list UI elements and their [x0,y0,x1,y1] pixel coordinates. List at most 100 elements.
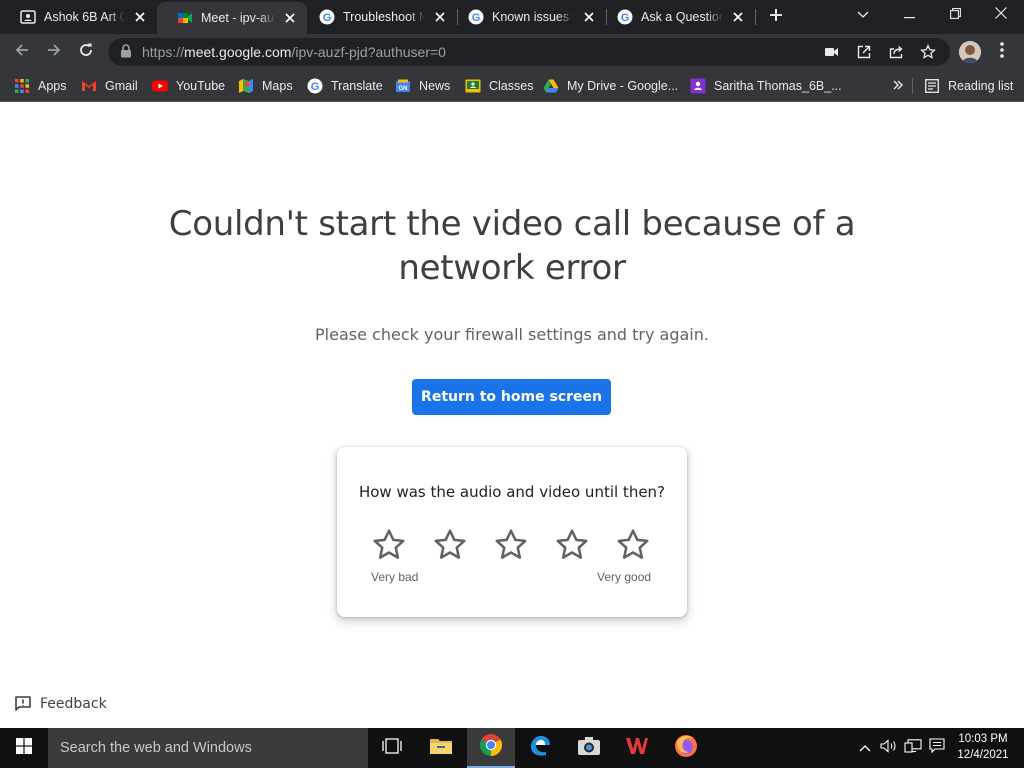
clock-time: 10:03 PM [958,733,1008,745]
close-icon[interactable] [729,8,747,26]
taskbar-edge[interactable] [516,728,564,768]
start-button[interactable] [0,728,48,768]
taskbar-wps-office[interactable] [613,728,661,768]
svg-text:G: G [323,12,332,24]
tab-classroom[interactable]: Ashok 6B Art 04 [0,0,157,34]
browser-menu-button[interactable] [994,41,1010,62]
close-icon[interactable] [131,8,149,26]
bookmark-label: Apps [38,79,67,93]
bookmark-maps[interactable]: Maps [238,76,293,96]
bookmark-label: Translate [331,79,383,93]
bookmark-youtube[interactable]: YouTube [152,76,225,96]
back-button[interactable] [8,38,36,66]
tab-title: Known issues w [492,10,574,24]
minimize-button[interactable] [886,0,932,30]
arrow-left-icon [14,42,30,63]
chrome-icon [479,733,503,762]
tab-title: Meet - ipv-auzf [201,11,275,25]
tab-search-button[interactable] [840,0,886,30]
tab-troubleshoot[interactable]: G Troubleshoot M [307,0,457,34]
star-rating-5[interactable] [614,526,652,564]
google-icon: G [319,9,335,25]
star-outline-icon [434,529,466,559]
reading-list-label: Reading list [948,79,1014,93]
rating-question: How was the audio and video until then? [358,483,666,501]
network-button[interactable] [902,738,924,758]
tab-title: Ashok 6B Art 04 [44,10,125,24]
google-icon: G [617,9,633,25]
lock-icon[interactable] [120,44,132,63]
url-text: https://meet.google.com/ipv-auzf-pjd?aut… [142,44,446,60]
action-center-button[interactable] [926,737,948,758]
task-view-button[interactable] [368,728,416,768]
taskbar-clock[interactable]: 10:03 PM 12/4/2021 [948,731,1018,763]
svg-text:GN: GN [399,86,408,92]
youtube-icon [152,78,168,94]
bookmark-label: Gmail [105,79,138,93]
reload-icon [78,42,94,63]
restore-button[interactable] [932,0,978,30]
bookmark-apps[interactable]: Apps [14,76,67,96]
taskbar-chrome[interactable] [467,728,515,768]
classroom-icon [465,78,481,94]
tab-known-issues[interactable]: G Known issues w [458,0,606,34]
google-icon: G [468,9,484,25]
address-bar[interactable]: https://meet.google.com/ipv-auzf-pjd?aut… [108,38,950,66]
bookmark-translate[interactable]: G Translate [307,76,383,96]
taskbar-camera[interactable] [565,728,613,768]
open-in-window-icon[interactable] [854,42,874,62]
camera-blocked-icon[interactable] [822,42,842,62]
tab-ask-question[interactable]: G Ask a Question [607,0,755,34]
bookmark-news[interactable]: GN News [395,76,450,96]
bookmark-drive[interactable]: My Drive - Google... [543,76,678,96]
star-rating-2[interactable] [431,526,469,564]
google-icon: G [307,78,323,94]
close-icon[interactable] [431,8,449,26]
share-icon[interactable] [886,42,906,62]
profile-avatar[interactable] [959,41,981,63]
bookmark-label: Saritha Thomas_6B_... [714,79,842,93]
return-home-button[interactable]: Return to home screen [412,379,611,415]
close-icon[interactable] [281,9,299,27]
camera-icon [577,736,601,761]
drive-icon [543,78,559,94]
feedback-button[interactable]: Feedback [14,694,107,714]
bookmark-gmail[interactable]: Gmail [81,76,138,96]
search-placeholder: Search the web and Windows [60,740,252,756]
tab-meet[interactable]: Meet - ipv-auzf [157,2,307,34]
star-rating-4[interactable] [553,526,591,564]
maps-icon [238,78,254,94]
windows-taskbar: Search the web and Windows 10:03 PM 12/4… [0,728,1024,768]
error-description: Please check your firewall settings and … [315,325,709,344]
clock-date: 12/4/2021 [957,749,1009,761]
new-tab-button[interactable] [764,6,788,28]
svg-text:G: G [621,12,630,24]
star-outline-icon [617,529,649,559]
reading-list-button[interactable]: Reading list [924,76,1013,96]
rating-high-label: Very good [597,570,652,584]
bookmark-saritha[interactable]: Saritha Thomas_6B_... [690,76,842,96]
news-icon: GN [395,78,411,94]
chevron-up-icon [859,739,871,757]
file-explorer-icon [429,736,453,761]
show-hidden-icons-button[interactable] [856,738,874,758]
star-rating-1[interactable] [370,526,408,564]
bookmarks-overflow-button[interactable] [893,76,903,96]
tab-strip: Ashok 6B Art 04 Meet - ipv-auzf G Troubl… [0,0,1024,34]
taskbar-firefox[interactable] [662,728,710,768]
browser-toolbar: https://meet.google.com/ipv-auzf-pjd?aut… [0,34,1024,70]
star-rating-3[interactable] [492,526,530,564]
volume-button[interactable] [878,738,900,758]
close-icon [995,6,1007,24]
close-window-button[interactable] [978,0,1024,30]
forward-button[interactable] [40,38,68,66]
bookmark-classes[interactable]: Classes [465,76,533,96]
windows-logo-icon [16,737,32,759]
plus-icon [769,8,783,27]
close-icon[interactable] [580,8,598,26]
taskbar-file-explorer[interactable] [417,728,465,768]
reload-button[interactable] [72,38,100,66]
taskbar-search-input[interactable]: Search the web and Windows [48,728,368,768]
bookmark-star-icon[interactable] [918,42,938,62]
bookmark-label: YouTube [176,79,226,93]
